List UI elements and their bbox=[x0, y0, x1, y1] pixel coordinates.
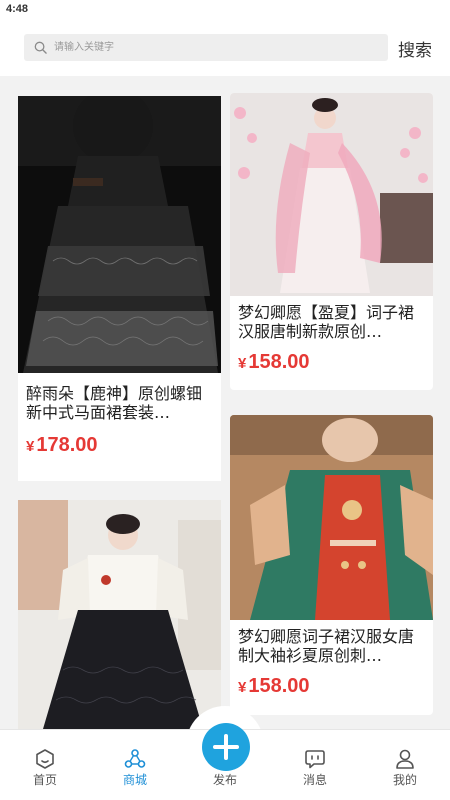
product-price: ¥158.00 bbox=[238, 351, 310, 374]
product-price: ¥178.00 bbox=[26, 434, 98, 457]
product-card[interactable] bbox=[18, 500, 221, 729]
message-icon bbox=[305, 750, 325, 769]
tab-profile[interactable]: 我的 bbox=[360, 730, 450, 800]
search-box[interactable] bbox=[24, 34, 388, 61]
product-title: 梦幻卿愿词子裙汉服女唐制大袖衫夏原创刺… bbox=[238, 627, 415, 665]
publish-button[interactable] bbox=[202, 723, 250, 771]
tab-mall[interactable]: 商城 bbox=[90, 730, 180, 800]
status-time: 4:48 bbox=[6, 3, 29, 15]
tab-label: 消息 bbox=[302, 773, 327, 787]
status-bar: 4:48 bbox=[0, 0, 450, 22]
product-image bbox=[18, 500, 221, 729]
search-input[interactable] bbox=[54, 34, 374, 61]
mall-icon bbox=[124, 749, 146, 768]
product-card[interactable]: 梦幻卿愿词子裙汉服女唐制大袖衫夏原创刺… ¥158.00 bbox=[230, 415, 433, 715]
currency-symbol: ¥ bbox=[238, 679, 247, 696]
currency-symbol: ¥ bbox=[26, 438, 35, 455]
search-header: 搜索 bbox=[0, 22, 450, 76]
plus-icon bbox=[213, 734, 239, 760]
price-amount: 158.00 bbox=[248, 351, 310, 373]
tab-label: 商城 bbox=[122, 773, 147, 787]
home-icon bbox=[36, 749, 54, 769]
search-icon bbox=[34, 41, 47, 54]
tab-label: 发布 bbox=[212, 773, 237, 787]
product-image bbox=[230, 93, 433, 296]
tab-home[interactable]: 首页 bbox=[0, 730, 90, 800]
product-card[interactable]: 梦幻卿愿【盈夏】词子裙汉服唐制新款原创… ¥158.00 bbox=[230, 93, 433, 390]
profile-icon bbox=[396, 749, 414, 769]
product-image bbox=[18, 96, 221, 373]
product-title: 醉雨朵【鹿神】原创螺钿新中式马面裙套装… bbox=[26, 384, 203, 422]
product-card[interactable]: 醉雨朵【鹿神】原创螺钿新中式马面裙套装… ¥178.00 bbox=[18, 96, 221, 481]
product-price: ¥158.00 bbox=[238, 675, 310, 698]
currency-symbol: ¥ bbox=[238, 355, 247, 372]
search-button[interactable]: 搜索 bbox=[398, 36, 432, 61]
price-amount: 178.00 bbox=[36, 434, 98, 456]
product-image bbox=[230, 415, 433, 620]
tab-messages[interactable]: 消息 bbox=[270, 730, 360, 800]
tab-label: 我的 bbox=[392, 773, 417, 787]
price-amount: 158.00 bbox=[248, 675, 310, 697]
tab-label: 首页 bbox=[32, 773, 57, 787]
product-title: 梦幻卿愿【盈夏】词子裙汉服唐制新款原创… bbox=[238, 303, 415, 341]
